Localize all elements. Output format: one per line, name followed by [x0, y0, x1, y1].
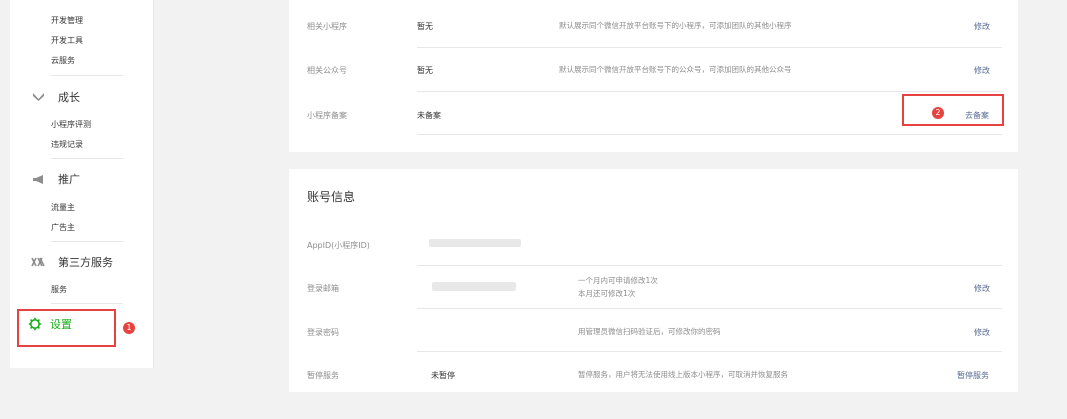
suspend-desc: 暂停服务，用户将无法使用线上版本小程序，可取消并恢复服务	[578, 370, 788, 379]
password-label: 登录密码	[307, 328, 339, 337]
sidebar-group-label: 成长	[58, 91, 80, 104]
suspend-service-link[interactable]: 暂停服务	[957, 370, 989, 381]
sidebar-item-dev-tools[interactable]: 开发工具	[51, 36, 83, 46]
sidebar-item-service[interactable]: 服务	[51, 285, 67, 295]
row-divider	[417, 47, 1002, 48]
sidebar-divider	[51, 75, 123, 76]
appid-label: AppID(小程序ID)	[307, 241, 370, 250]
page-footer-area	[0, 392, 1067, 419]
sidebar-group-label: 第三方服务	[58, 256, 113, 269]
email-desc-2: 本月还可修改1次	[578, 289, 636, 298]
sidebar-group-growth[interactable]: 成长	[30, 89, 80, 105]
edit-email-link[interactable]: 修改	[974, 283, 990, 294]
sidebar-settings-label: 设置	[50, 318, 72, 331]
row-divider	[417, 91, 1002, 92]
row-label: 相关公众号	[307, 66, 347, 75]
sidebar-item-advertiser[interactable]: 广告主	[51, 223, 75, 233]
email-value-redacted	[432, 282, 516, 291]
suspend-value: 未暂停	[431, 371, 455, 380]
third-party-icon	[30, 254, 46, 270]
row-value: 暂无	[417, 22, 433, 31]
sidebar-item-settings[interactable]: 设置	[28, 316, 72, 332]
gear-icon	[28, 317, 42, 331]
sidebar-group-third-party[interactable]: 第三方服务	[30, 254, 113, 270]
edit-related-miniprogram-link[interactable]: 修改	[974, 21, 990, 32]
sidebar-group-promotion[interactable]: 推广	[30, 171, 80, 187]
sidebar-item-violations[interactable]: 违规记录	[51, 140, 83, 150]
annotation-badge: 1	[123, 322, 135, 334]
sidebar-divider	[51, 241, 123, 242]
account-info-card: 账号信息 AppID(小程序ID) 登录邮箱 一个月内可申请修改1次 本月还可修…	[289, 169, 1018, 392]
row-desc: 默认展示同个微信开放平台账号下的公众号，可添加团队的其他公众号	[559, 65, 792, 74]
appid-value-redacted	[429, 239, 521, 247]
growth-icon	[30, 89, 46, 105]
sidebar-group-label: 推广	[58, 173, 80, 186]
sidebar-item-cloud[interactable]: 云服务	[51, 56, 75, 66]
sidebar-item-evaluation[interactable]: 小程序评测	[51, 120, 91, 130]
row-divider	[417, 265, 1002, 266]
annotation-badge: 2	[932, 107, 944, 119]
sidebar-divider	[51, 158, 123, 159]
card-title: 账号信息	[307, 190, 356, 204]
email-label: 登录邮箱	[307, 284, 339, 293]
edit-related-official-account-link[interactable]: 修改	[974, 65, 990, 76]
related-info-card: 相关小程序 暂无 默认展示同个微信开放平台账号下的小程序，可添加团队的其他小程序…	[289, 0, 1018, 152]
email-desc-1: 一个月内可申请修改1次	[578, 276, 658, 285]
row-desc: 默认展示同个微信开放平台账号下的小程序，可添加团队的其他小程序	[559, 21, 792, 30]
suspend-label: 暂停服务	[307, 371, 339, 380]
row-divider	[417, 351, 1002, 352]
row-value: 未备案	[417, 111, 441, 120]
row-label: 小程序备案	[307, 111, 347, 120]
password-desc: 用管理员微信扫码验证后，可修改你的密码	[578, 327, 721, 336]
row-label: 相关小程序	[307, 22, 347, 31]
row-value: 暂无	[417, 66, 433, 75]
sidebar-item-traffic-owner[interactable]: 流量主	[51, 203, 75, 213]
sidebar-divider	[51, 303, 123, 304]
row-divider	[417, 308, 1002, 309]
megaphone-icon	[30, 171, 46, 187]
row-divider	[417, 134, 1002, 135]
edit-password-link[interactable]: 修改	[974, 327, 990, 338]
sidebar-item-dev-manage[interactable]: 开发管理	[51, 16, 83, 26]
go-filing-link[interactable]: 去备案	[965, 110, 989, 121]
